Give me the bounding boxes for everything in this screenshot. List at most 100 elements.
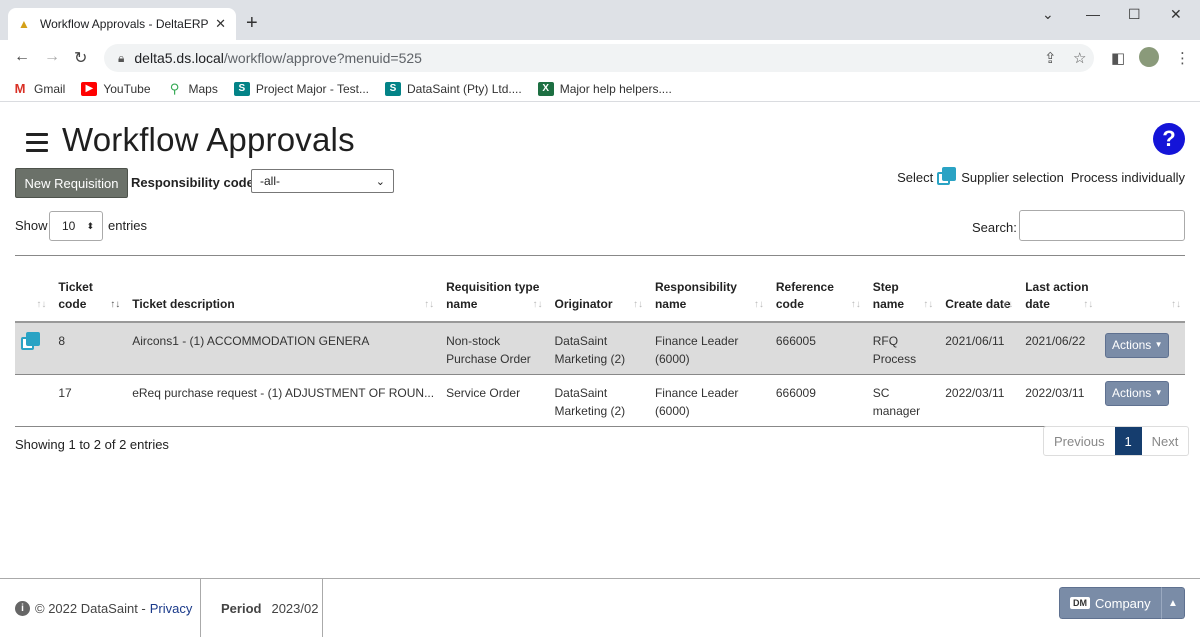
company-badge: DM <box>1070 597 1090 609</box>
browser-tab[interactable]: ▲ Workflow Approvals - DeltaERP5 ✕ <box>8 8 236 40</box>
ticket-code-cell: 17 <box>58 385 72 400</box>
copy-select-icon[interactable] <box>937 167 957 187</box>
entries-label: entries <box>108 218 148 233</box>
copy-row-icon[interactable] <box>21 331 41 352</box>
step-name-cell: RFQ Process <box>872 333 917 366</box>
last-action-date-cell: 2022/03/11 <box>1025 385 1085 400</box>
browser-tab-title: Workflow Approvals - DeltaERP5 <box>40 17 210 31</box>
col-reference-code[interactable]: Reference code ↑↓ <box>768 256 865 322</box>
col-ticket-code[interactable]: Ticket code ↑↓ <box>50 256 124 322</box>
app-page: Workflow Approvals ? New Requisition Res… <box>0 103 1200 637</box>
close-tab-icon[interactable]: ✕ <box>215 16 226 32</box>
requisition-type-cell: Service Order <box>446 385 521 400</box>
browser-menu-icon[interactable]: ⋮ <box>1175 49 1190 67</box>
page-length-value: 10 <box>62 219 76 233</box>
responsibility-code-label: Responsibility code <box>131 175 254 190</box>
caret-down-icon: ▼ <box>1154 340 1163 349</box>
last-action-date-cell: 2021/06/22 <box>1025 333 1086 348</box>
col-ticket-description[interactable]: Ticket description ↑↓ <box>124 256 438 322</box>
col-create-date[interactable]: Create date ↑↓ <box>937 256 1017 322</box>
youtube-icon: ▶ <box>81 81 98 96</box>
page-length-select[interactable]: 10 ⬍ <box>49 211 103 241</box>
responsibility-code-select[interactable]: -all- ⌄ <box>251 169 394 193</box>
requisition-type-cell: Non-stock Purchase Order <box>446 333 531 366</box>
company-caret-up-icon[interactable]: ▲ <box>1161 587 1185 619</box>
row-select-cell[interactable] <box>15 322 50 375</box>
bookmark-datasaint[interactable]: S DataSaint (Pty) Ltd.... <box>385 81 522 96</box>
back-icon[interactable]: ← <box>14 48 30 66</box>
table-header-row: ↑↓ Ticket code ↑↓ Ticket description ↑↓ Re… <box>15 255 1185 322</box>
footer-copyright: i © 2022 DataSaint - Privacy <box>15 601 192 616</box>
col-last-action-date[interactable]: Last action date ↑↓ <box>1017 256 1097 322</box>
ticket-description-cell: eReq purchase request - (1) ADJUSTMENT O… <box>132 385 435 400</box>
table-row[interactable]: 17 eReq purchase request - (1) ADJUSTMEN… <box>15 374 1185 426</box>
col-actions[interactable]: ↑↓ <box>1097 256 1185 322</box>
approvals-table: ↑↓ Ticket code ↑↓ Ticket description ↑↓ Re… <box>15 255 1185 427</box>
address-bar[interactable]: 🔒︎ delta5.ds.local/workflow/approve?menu… <box>104 44 1094 72</box>
url-path: /workflow/approve?menuid=525 <box>223 50 422 66</box>
col-select[interactable]: ↑↓ <box>15 256 50 322</box>
gmail-icon: M <box>14 81 26 96</box>
new-tab-icon[interactable]: + <box>246 12 258 35</box>
minimize-icon[interactable]: — <box>1086 6 1100 22</box>
maps-pin-icon: ⚲ <box>169 80 180 96</box>
reload-icon[interactable]: ↻ <box>74 48 87 68</box>
create-date-cell: 2022/03/11 <box>945 385 1005 400</box>
company-label: Company <box>1095 595 1151 611</box>
actions-cell: Actions ▼ <box>1097 374 1185 426</box>
menu-hamburger-icon[interactable] <box>26 133 48 152</box>
actions-dropdown-button[interactable]: Actions ▼ <box>1105 380 1170 406</box>
close-window-icon[interactable]: ✕ <box>1170 6 1182 23</box>
footer-period: Period 2023/02 <box>221 601 318 616</box>
bookmark-star-icon[interactable]: ☆ <box>1073 49 1086 67</box>
chevron-down-icon: ⌄ <box>375 175 385 188</box>
responsibility-cell: Finance Leader (6000) <box>654 333 739 366</box>
col-step-name[interactable]: Step name ↑↓ <box>865 256 937 322</box>
lock-icon: 🔒︎ <box>118 50 125 65</box>
supplier-selection-link[interactable]: Supplier selection <box>961 170 1064 185</box>
tab-search-icon[interactable]: ⌄ <box>1042 6 1054 23</box>
help-icon[interactable]: ? <box>1153 123 1185 155</box>
col-originator[interactable]: Originator ↑↓ <box>546 256 646 322</box>
profile-avatar[interactable] <box>1139 47 1159 67</box>
search-input[interactable] <box>1019 210 1185 241</box>
bookmark-youtube[interactable]: ▶ YouTube <box>81 81 151 96</box>
page-title: Workflow Approvals <box>62 121 355 158</box>
create-date-cell: 2021/06/11 <box>945 333 1005 348</box>
new-requisition-button[interactable]: New Requisition <box>15 168 128 198</box>
table-info: Showing 1 to 2 of 2 entries <box>15 437 169 452</box>
privacy-link[interactable]: Privacy <box>150 601 193 616</box>
pager-previous[interactable]: Previous <box>1044 427 1115 455</box>
url-host: delta5.ds.local <box>134 50 224 66</box>
footer-divider <box>200 579 201 637</box>
reference-code-cell: 666005 <box>775 333 816 348</box>
step-name-cell: SC manager <box>872 385 921 418</box>
excel-icon: X <box>537 81 554 96</box>
col-requisition-type[interactable]: Requisition type name ↑↓ <box>438 256 546 322</box>
company-button[interactable]: DM Company <box>1059 587 1161 619</box>
bookmark-major-help[interactable]: X Major help helpers.... <box>537 81 672 96</box>
side-panel-icon[interactable]: ◧ <box>1111 49 1125 67</box>
actions-dropdown-button[interactable]: Actions ▼ <box>1105 332 1170 358</box>
footer: i © 2022 DataSaint - Privacy Period 2023/… <box>0 578 1200 637</box>
reference-code-cell: 666009 <box>775 385 816 400</box>
bookmark-maps[interactable]: ⚲ Maps <box>167 80 218 96</box>
col-responsibility-name[interactable]: Responsibility name ↑↓ <box>647 256 768 322</box>
search-label: Search: <box>972 220 1017 235</box>
process-individually-link[interactable]: Process individually <box>1071 170 1185 185</box>
browser-tabstrip: ▲ Workflow Approvals - DeltaERP5 ✕ + ⌄ —… <box>0 0 1200 40</box>
originator-cell: DataSaint Marketing (2) <box>554 333 626 366</box>
pager-page-current[interactable]: 1 <box>1114 427 1142 455</box>
row-select-cell[interactable] <box>15 374 50 426</box>
bookmark-project-major[interactable]: S Project Major - Test... <box>233 81 369 96</box>
pager-next[interactable]: Next <box>1142 427 1189 455</box>
share-icon[interactable]: ⇪ <box>1044 49 1057 67</box>
info-icon[interactable]: i <box>15 601 30 616</box>
responsibility-code-value: -all- <box>260 174 280 188</box>
table-row[interactable]: 8 Aircons1 - (1) ACCOMMODATION GENERA No… <box>15 321 1185 375</box>
bookmark-gmail[interactable]: M Gmail <box>12 81 66 96</box>
pagination: Previous 1 Next <box>1043 426 1190 456</box>
forward-icon[interactable]: → <box>44 48 60 66</box>
originator-cell: DataSaint Marketing (2) <box>554 385 626 418</box>
maximize-icon[interactable]: ☐ <box>1128 6 1141 23</box>
